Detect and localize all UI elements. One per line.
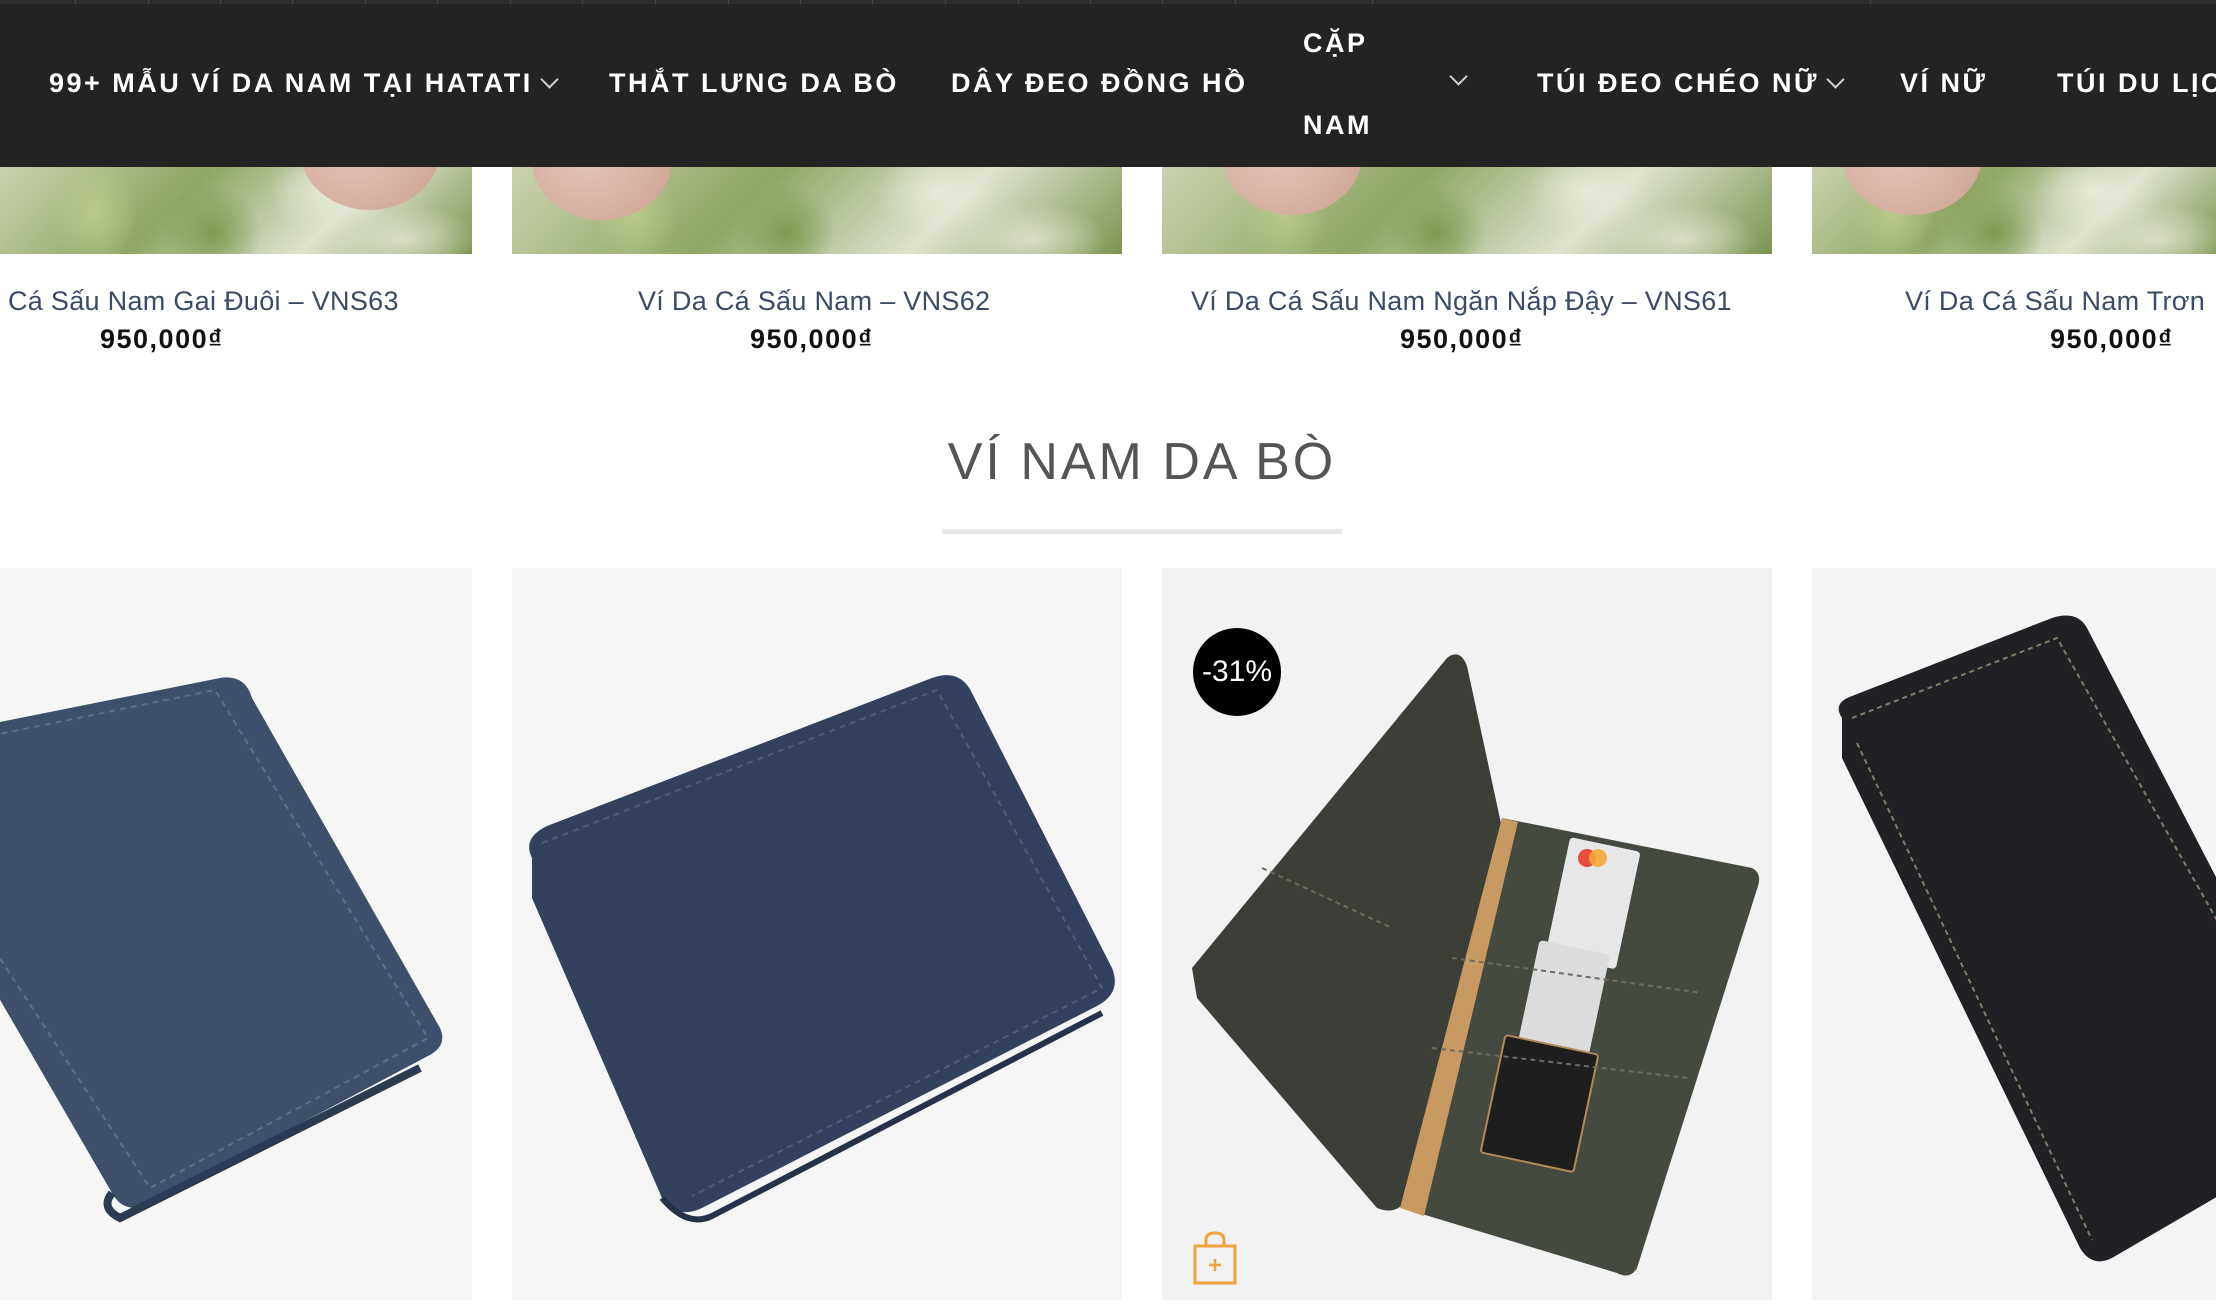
nav-item-vi-da-nam[interactable]: 99+ MẪU VÍ DA NAM TẠI HATATI [49, 68, 559, 99]
discount-badge: -31% [1193, 628, 1281, 716]
nav-item-tui-du-lich[interactable]: TÚI DU LỊCH [2057, 68, 2216, 99]
wallet-image [1812, 568, 2216, 1300]
nav-item-tui-deo-cheo-nu[interactable]: TÚI ĐEO CHÉO NỮ [1537, 68, 1845, 99]
shopping-bag-plus-icon[interactable] [1192, 1230, 1238, 1286]
product-title[interactable]: Ví Da Cá Sấu Nam Trơn [1905, 286, 2205, 317]
nav-item-label: TÚI ĐEO CHÉO NỮ [1537, 68, 1819, 98]
nav-item-label: TÚI DU LỊCH [2057, 68, 2216, 98]
nav-item-label: VÍ NỮ [1900, 68, 1988, 98]
nav-item-that-lung[interactable]: THẮT LƯNG DA BÒ [609, 68, 899, 99]
product-price: 950,000₫ [100, 324, 224, 354]
nav-item-label-line1: CẶP [1303, 28, 1368, 58]
nav-item-label-line2: NAM [1303, 110, 1372, 140]
product-title[interactable]: Cá Sấu Nam Gai Đuôi – VNS63 [8, 286, 399, 317]
chevron-down-icon [540, 70, 559, 89]
nav-item-label: THẮT LƯNG DA BÒ [609, 68, 899, 98]
section-underline [942, 529, 1342, 534]
nav-item-label: 99+ MẪU VÍ DA NAM TẠI HATATI [49, 68, 533, 98]
chevron-down-icon [1826, 70, 1845, 89]
section-title: VÍ NAM DA BÒ [947, 433, 1337, 491]
nav-item-vi-nu[interactable]: VÍ NỮ [1900, 68, 1987, 99]
wallet-image [0, 568, 472, 1300]
nav-item-cap-nam[interactable]: CẶP NAM [1303, 0, 1463, 167]
product-card[interactable] [1812, 568, 2216, 1300]
main-navigation: 99+ MẪU VÍ DA NAM TẠI HATATI THẮT LƯNG D… [0, 0, 2216, 167]
product-title[interactable]: Ví Da Cá Sấu Nam – VNS62 [638, 286, 990, 317]
product-price: 950,000₫ [2050, 324, 2174, 354]
wallet-image [512, 568, 1122, 1300]
product-title[interactable]: Ví Da Cá Sấu Nam Ngăn Nắp Đậy – VNS61 [1191, 286, 1732, 317]
nav-item-label: DÂY ĐEO ĐỒNG HỒ [951, 68, 1248, 98]
product-card[interactable] [0, 568, 472, 1300]
product-card[interactable] [512, 568, 1122, 1300]
top-divider [0, 0, 2216, 4]
product-price: 950,000₫ [750, 324, 874, 354]
product-price: 950,000₫ [1400, 324, 1524, 354]
nav-item-day-deo-dong-ho[interactable]: DÂY ĐEO ĐỒNG HỒ [951, 68, 1248, 99]
